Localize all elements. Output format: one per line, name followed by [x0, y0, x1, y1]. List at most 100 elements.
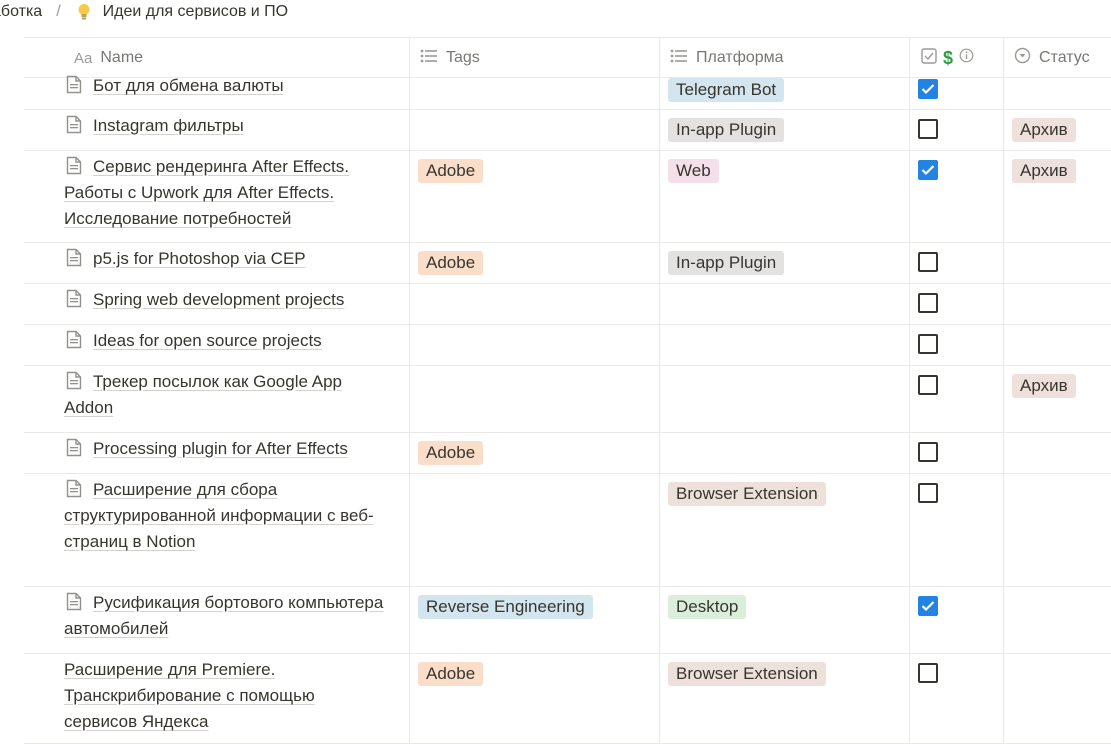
page-icon [66, 248, 82, 267]
cell-name[interactable]: Бот для обмена валюты [64, 70, 409, 109]
checkbox-unchecked[interactable] [918, 375, 938, 395]
cell-status[interactable]: Архив [1012, 159, 1076, 242]
page-icon [66, 289, 82, 308]
checkbox-unchecked[interactable] [918, 442, 938, 462]
cell-platform[interactable]: Browser Extension [668, 482, 826, 586]
breadcrumb-page-title[interactable]: Идеи для сервисов и ПО [103, 3, 288, 21]
cell-name[interactable]: Processing plugin for After Effects [64, 433, 409, 473]
tag-chip: Adobe [418, 159, 484, 183]
cell-name[interactable]: p5.js for Photoshop via CEP [64, 243, 409, 283]
table-row[interactable]: Ideas for open source projects [24, 325, 1111, 366]
cell-platform[interactable]: Telegram Bot [668, 78, 785, 109]
select-icon [1014, 47, 1031, 69]
table-row[interactable]: Расширение для сбора структурированной ин… [24, 474, 1111, 587]
status-badge: Архив [1012, 118, 1076, 142]
page-title-text[interactable]: Addon [64, 398, 113, 417]
cell-platform[interactable]: Desktop [668, 595, 747, 653]
page-title-text[interactable]: Сервис рендеринга After Effects. [93, 157, 349, 176]
table-row[interactable]: Расширение для Premiere. Транскрибировани… [24, 654, 1111, 744]
table-row[interactable]: Spring web development projects [24, 284, 1111, 325]
cell-status[interactable]: Архив [1012, 374, 1076, 432]
page-title-text[interactable]: Instagram фильтры [93, 116, 244, 135]
table-row[interactable]: Бот для обмена валюты Telegram Bot [24, 75, 1111, 110]
page-title-text[interactable]: Транскрибирование с помощью [64, 686, 315, 705]
cell-paid [918, 293, 938, 324]
cell-name[interactable]: Расширение для сбора структурированной ин… [64, 474, 409, 586]
cell-tags[interactable]: Adobe [418, 159, 484, 242]
cell-tags[interactable]: Reverse Engineering [418, 595, 593, 653]
breadcrumb: аботка / Идеи для сервисов и ПО [0, 0, 288, 24]
table-row[interactable]: Instagram фильтры In-app Plugin Архив [24, 110, 1111, 151]
info-icon[interactable] [959, 48, 974, 68]
cell-tags[interactable]: Adobe [418, 441, 484, 473]
checkbox-unchecked[interactable] [918, 483, 938, 503]
cell-platform[interactable]: In-app Plugin [668, 118, 785, 150]
cell-paid [918, 483, 938, 586]
platform-chip: Browser Extension [668, 662, 826, 686]
page-icon [66, 330, 82, 349]
page-title-text[interactable]: Исследование потребностей [64, 209, 291, 228]
cell-platform[interactable]: Browser Extension [668, 662, 826, 743]
column-header-status[interactable]: Статус [1014, 38, 1090, 78]
cell-name[interactable]: Ideas for open source projects [64, 325, 409, 365]
page-icon [66, 75, 82, 94]
cell-name[interactable]: Сервис рендеринга After Effects. Работы с… [64, 151, 409, 242]
cell-paid [918, 252, 938, 283]
breadcrumb-parent[interactable]: аботка [0, 3, 42, 21]
page-icon [66, 156, 82, 175]
table-row[interactable]: Трекер посылок как Google App Addon Архив [24, 366, 1111, 433]
cell-name[interactable]: Русификация бортового компьютера автомоби… [64, 587, 409, 653]
table-body: Бот для обмена валюты Telegram Bot Instagr… [24, 75, 1111, 744]
checkbox-checked[interactable] [918, 160, 938, 180]
column-header-tags[interactable]: Tags [420, 38, 480, 78]
cell-name[interactable]: Расширение для Premiere. Транскрибировани… [64, 654, 409, 743]
page-title-text[interactable]: Трекер посылок как Google App [93, 372, 342, 391]
page-title-text[interactable]: сервисов Яндекса [64, 712, 208, 731]
cell-paid [918, 596, 938, 653]
cell-name[interactable]: Instagram фильтры [64, 110, 409, 150]
cell-tags[interactable]: Adobe [418, 662, 484, 743]
page-title-text[interactable]: Расширение для Premiere. [64, 660, 275, 679]
table-row[interactable]: Русификация бортового компьютера автомоби… [24, 587, 1111, 654]
platform-chip: Browser Extension [668, 482, 826, 506]
page-title-text[interactable]: Русификация бортового компьютера [93, 593, 383, 612]
checkbox-checked[interactable] [918, 596, 938, 616]
checkbox-checked[interactable] [918, 79, 938, 99]
page-title-text[interactable]: Ideas for open source projects [93, 331, 322, 350]
table-row[interactable]: Processing plugin for After Effects Adobe [24, 433, 1111, 474]
cell-platform[interactable]: In-app Plugin [668, 251, 785, 283]
cell-name[interactable]: Spring web development projects [64, 284, 409, 324]
checkbox-unchecked[interactable] [918, 334, 938, 354]
checkbox-unchecked[interactable] [918, 293, 938, 313]
page-title-text[interactable]: Processing plugin for After Effects [93, 439, 348, 458]
page-title-text[interactable]: страниц в Notion [64, 532, 195, 551]
checkbox-unchecked[interactable] [918, 663, 938, 683]
column-header-label: Статус [1039, 49, 1090, 66]
checkbox-unchecked[interactable] [918, 252, 938, 272]
column-header-platform[interactable]: Платформа [670, 38, 784, 78]
cell-platform[interactable]: Web [668, 159, 719, 242]
page-title-text[interactable]: автомобилей [64, 619, 168, 638]
status-badge: Архив [1012, 159, 1076, 183]
page-title-text[interactable]: p5.js for Photoshop via CEP [93, 249, 306, 268]
platform-chip: In-app Plugin [668, 118, 785, 142]
page-title-text[interactable]: Работы с Upwork для After Effects. [64, 183, 334, 202]
platform-chip: Web [668, 159, 719, 183]
dollar-icon: $ [943, 47, 954, 68]
checkbox-unchecked[interactable] [918, 119, 938, 139]
platform-chip: Telegram Bot [668, 78, 785, 102]
cell-name[interactable]: Трекер посылок как Google App Addon [64, 366, 409, 432]
table-row[interactable]: Сервис рендеринга After Effects. Работы с… [24, 151, 1111, 243]
page-icon [66, 592, 82, 611]
page-title-text[interactable]: структурированной информации с веб- [64, 506, 374, 525]
column-header-paid[interactable]: $ [921, 38, 974, 78]
column-header-label: Tags [446, 49, 480, 66]
column-header-label: Name [100, 49, 144, 66]
page-title-text[interactable]: Spring web development projects [93, 290, 344, 309]
page-title-text[interactable]: Расширение для сбора [93, 480, 277, 499]
table-row[interactable]: p5.js for Photoshop via CEP Adobe In-app P… [24, 243, 1111, 284]
cell-status[interactable]: Архив [1012, 118, 1076, 150]
page-title-text[interactable]: Бот для обмена валюты [93, 76, 284, 95]
tag-chip: Adobe [418, 662, 484, 686]
cell-tags[interactable]: Adobe [418, 251, 484, 283]
